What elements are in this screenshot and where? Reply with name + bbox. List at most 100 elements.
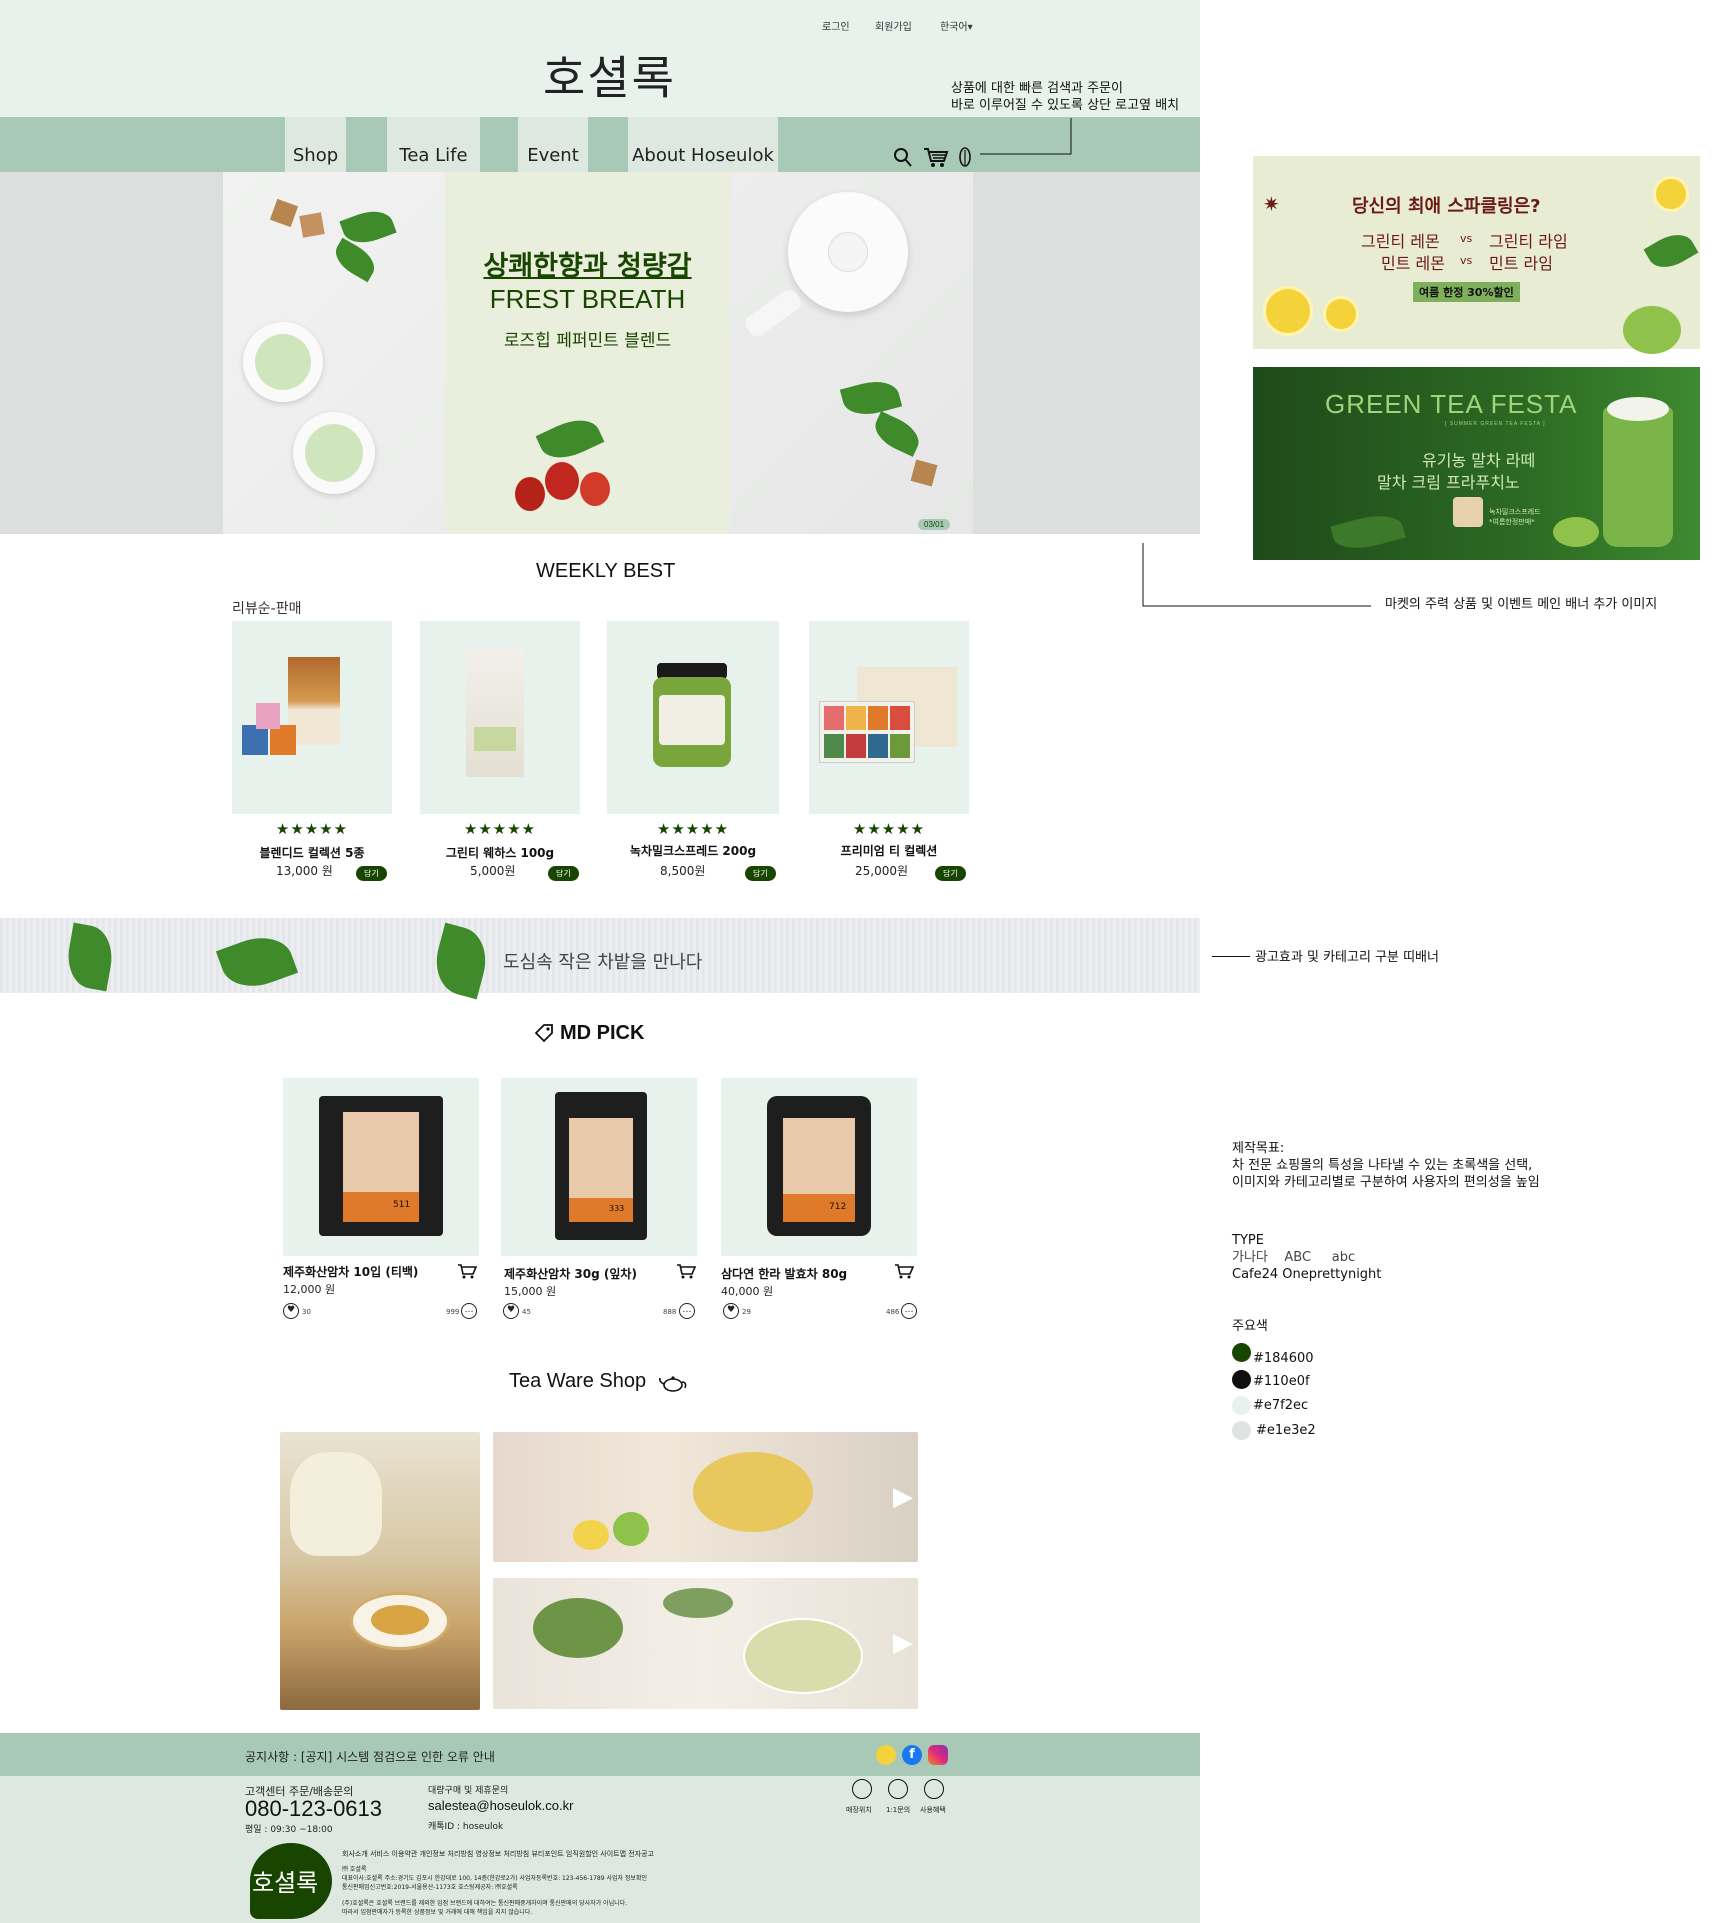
cs-phone[interactable]: 080-123-0613 [245, 1796, 382, 1822]
comment-icon[interactable]: … [679, 1303, 695, 1319]
promo-vs: vs [1460, 254, 1473, 267]
wafer-bag-image [466, 647, 524, 777]
product-price: 15,000 원 [504, 1285, 557, 1298]
product-name[interactable]: 블렌디드 컬렉션 5종 [232, 844, 392, 861]
md-pick-title: MD PICK [560, 1022, 645, 1044]
footer-logo[interactable]: 호셜록 [252, 1863, 318, 1898]
rosehip-image [515, 477, 545, 511]
location-icon[interactable] [852, 1779, 872, 1799]
tea-assortment-image [819, 701, 915, 763]
cart-icon[interactable] [923, 146, 949, 168]
tea-sachet-image [242, 725, 268, 755]
kakao-icon[interactable] [876, 1745, 896, 1765]
teapot-photo[interactable] [280, 1432, 480, 1710]
product-name[interactable]: 프리미엄 티 컬렉션 [809, 842, 969, 859]
md-product-card[interactable]: 333 [501, 1078, 697, 1256]
search-icon[interactable] [893, 146, 913, 168]
hero-subtitle: FREST BREATH [489, 284, 686, 314]
cart-icon[interactable] [676, 1263, 696, 1279]
spread-jar-image [1453, 497, 1483, 527]
login-link[interactable]: 로그인 [822, 18, 850, 33]
hero-pager[interactable]: 03/01 [918, 519, 951, 530]
product-card[interactable] [420, 621, 580, 814]
tab-label: Tea Life [399, 145, 468, 166]
bulk-email[interactable]: salestea@hoseulok.co.kr [428, 1798, 573, 1813]
sort-label[interactable]: 리뷰순-판매 [232, 598, 301, 618]
color-swatch [1232, 1370, 1251, 1389]
production-goal: 제작목표: 차 전문 쇼핑몰의 특성을 나타낼 수 있는 초록색을 선택, 이미… [1232, 1140, 1540, 1191]
citrus-tea-photo[interactable]: ▶ [493, 1432, 918, 1562]
product-card[interactable] [607, 621, 779, 814]
rating-stars: ★★★★★ [463, 820, 537, 838]
goal-line: 이미지와 카테고리별로 구분하여 사용자의 편의성을 높임 [1232, 1175, 1540, 1190]
tab-event[interactable]: Event [518, 117, 588, 172]
lemon-image [1323, 296, 1359, 332]
like-icon[interactable]: ♥ [283, 1303, 299, 1319]
type-font: Cafe24 Oneprettynight [1232, 1267, 1382, 1282]
mint-leaf-image [329, 237, 381, 283]
promo-item: 유기농 말차 라떼 [1422, 451, 1536, 470]
comment-icon[interactable]: … [901, 1303, 917, 1319]
product-name[interactable]: 제주화산암차 10입 (티백) [283, 1263, 418, 1280]
comment-icon[interactable]: … [461, 1303, 477, 1319]
tab-about[interactable]: About Hoseulok [628, 117, 778, 172]
footer-links[interactable]: 회사소개 서비스 이용약관 개인정보 처리방침 영상정보 처리방침 뷰티포인트 … [342, 1849, 654, 1859]
signup-link[interactable]: 회원가입 [875, 18, 912, 33]
product-name[interactable]: 녹차밀크스프레드 200g [607, 842, 779, 859]
kakao-id: 캐톡ID : hoseulok [428, 1822, 504, 1832]
like-icon[interactable]: ♥ [503, 1303, 519, 1319]
tea-bowl-image [693, 1452, 813, 1532]
product-price: 25,000원 [855, 864, 909, 878]
product-name[interactable]: 삼다연 한라 발효차 80g [721, 1265, 847, 1282]
like-icon[interactable]: ♥ [723, 1303, 739, 1319]
mint-leaf-image [869, 411, 925, 457]
product-price: 40,000 원 [721, 1285, 774, 1298]
quick-link-label[interactable]: 매장위치 [846, 1805, 872, 1815]
benefit-icon[interactable] [924, 1779, 944, 1799]
shop-page: 로그인 회원가입 한국어▾ 호셜록 Shop Tea Life Event Ab… [0, 0, 1200, 1923]
facebook-icon[interactable]: f [902, 1745, 922, 1765]
promo-badge: *여름한정판매* [1489, 518, 1535, 526]
teapot-image [788, 192, 908, 312]
product-card[interactable] [809, 621, 969, 814]
tab-tea-life[interactable]: Tea Life [387, 117, 480, 172]
leaf-image [215, 927, 299, 997]
annotation-strip: 광고효과 및 카테고리 구분 띠배너 [1255, 950, 1439, 965]
comment-count: 888 [663, 1308, 677, 1316]
product-card[interactable] [232, 621, 392, 814]
leaf-icon[interactable] [957, 146, 973, 168]
promo-option: 민트 라임 [1489, 254, 1553, 273]
product-name[interactable]: 그린티 웨하스 100g [420, 844, 580, 861]
tab-shop[interactable]: Shop [285, 117, 346, 172]
md-product-card[interactable]: 712 [721, 1078, 917, 1256]
cart-icon[interactable] [457, 1263, 477, 1279]
green-tea-festa-banner[interactable]: GREEN TEA FESTA [ SUMMER GREEN TEA FESTA… [1253, 367, 1700, 560]
add-to-cart-button[interactable]: 담기 [745, 866, 776, 881]
promo-option: 그린티 레몬 [1361, 232, 1440, 251]
promo-title: 당신의 최애 스파클링은? [1352, 196, 1541, 217]
spread-jar-image [653, 677, 731, 767]
add-to-cart-button[interactable]: 담기 [935, 866, 966, 881]
product-name[interactable]: 제주화산암차 30g (잎차) [504, 1265, 637, 1282]
herb-bowl-image [663, 1588, 733, 1618]
herb-tea-photo[interactable]: ▶ [493, 1578, 918, 1709]
arrow-right-icon[interactable]: ▶ [893, 1482, 913, 1512]
quick-link-label[interactable]: 사용혜택 [920, 1805, 946, 1815]
notice-text[interactable]: 공지사항 : [공지] 시스템 점검으로 인한 오류 안내 [245, 1748, 495, 1765]
type-samples: 가나다 ABC abc [1232, 1250, 1356, 1265]
annotation-connector [1212, 956, 1250, 957]
quick-link-label[interactable]: 1:1문의 [886, 1805, 910, 1815]
arrow-right-icon[interactable]: ▶ [893, 1628, 913, 1658]
sparkling-promo-banner[interactable]: ✷ 당신의 최애 스파클링은? 그린티 레몬 vs 그린티 라임 민트 레몬 v… [1253, 156, 1700, 354]
glass-teacup-image [743, 1618, 863, 1694]
site-logo[interactable]: 호셜록 [543, 42, 676, 108]
instagram-icon[interactable] [928, 1745, 948, 1765]
md-product-card[interactable]: 511 [283, 1078, 479, 1256]
star-anise-icon: ✷ [1263, 192, 1280, 216]
cart-icon[interactable] [894, 1263, 914, 1279]
inquiry-icon[interactable] [888, 1779, 908, 1799]
language-select[interactable]: 한국어▾ [940, 18, 973, 33]
add-to-cart-button[interactable]: 담기 [548, 866, 579, 881]
color-code: #110e0f [1253, 1374, 1310, 1389]
add-to-cart-button[interactable]: 담기 [356, 866, 387, 881]
